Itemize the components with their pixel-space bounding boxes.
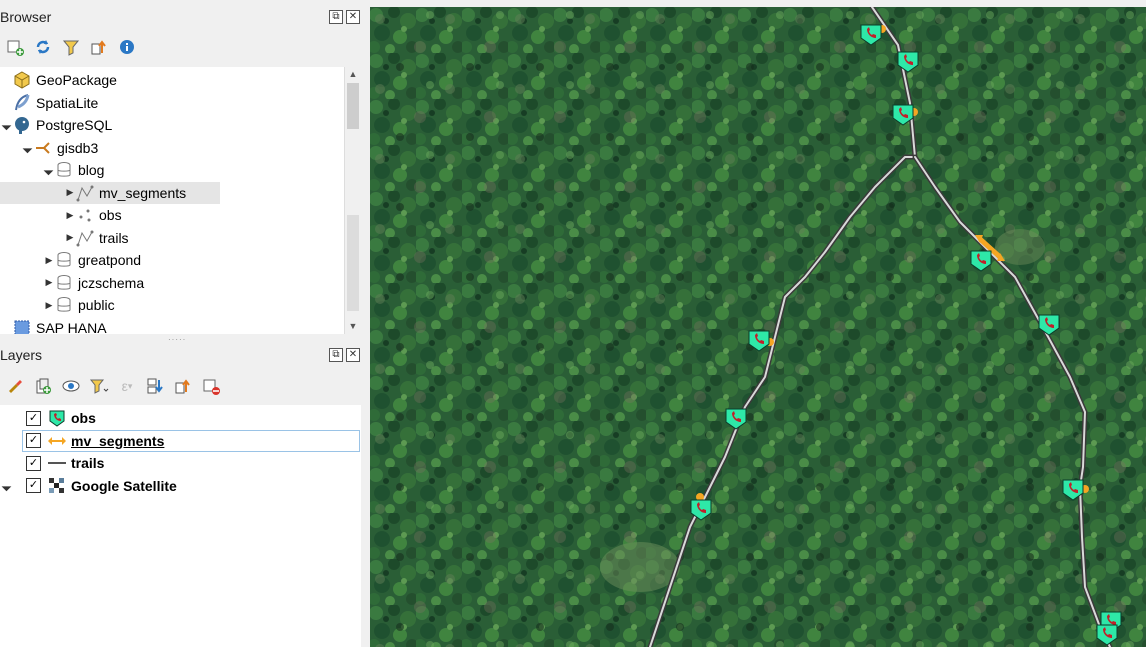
- browser-item-blog[interactable]: ◢ blog: [43, 159, 105, 181]
- collapse-all-icon[interactable]: [172, 375, 194, 397]
- browser-item-greatpond[interactable]: ▶ greatpond: [44, 249, 141, 271]
- browser-item-label: PostgreSQL: [36, 117, 113, 133]
- layer-label: mv_segments: [71, 432, 165, 449]
- browser-item-spatialite[interactable]: SpatiaLite: [2, 92, 98, 114]
- double-arrow-icon: [47, 431, 67, 451]
- dock-splitter[interactable]: [361, 0, 370, 647]
- visibility-eye-icon[interactable]: [60, 375, 82, 397]
- remove-layer-icon[interactable]: [200, 375, 222, 397]
- collapsed-arrow-icon[interactable]: ▶: [65, 187, 75, 198]
- browser-tree[interactable]: GeoPackage SpatiaLite ◢ PostgreSQL ◢ gisdb3 ◢ b…: [0, 67, 344, 334]
- filter-icon[interactable]: [60, 36, 82, 58]
- browser-item-trails[interactable]: ▶ trails: [65, 227, 129, 249]
- sap-hana-icon: [12, 318, 32, 334]
- layer-visibility-checkbox[interactable]: ✓: [26, 410, 41, 426]
- browser-item-label: obs: [99, 207, 122, 223]
- scroll-up-icon[interactable]: ▲: [345, 67, 361, 81]
- browser-item-label: mv_segments: [99, 184, 187, 201]
- browser-scrollbar[interactable]: ▲ ▼: [344, 67, 361, 334]
- postgresql-elephant-icon: [12, 115, 32, 135]
- layer-label: Google Satellite: [71, 477, 177, 494]
- scroll-thumb-lower[interactable]: [347, 215, 359, 311]
- browser-dock-buttons: ⧉ ✕: [329, 10, 360, 24]
- browser-item-gisdb3[interactable]: ◢ gisdb3: [22, 137, 99, 159]
- schema-icon: [54, 295, 74, 315]
- browser-item-obs[interactable]: ▶ obs: [65, 204, 122, 226]
- map-svg[interactable]: [370, 7, 1146, 647]
- float-icon[interactable]: ⧉: [329, 10, 343, 24]
- add-group-icon[interactable]: [32, 375, 54, 397]
- phone-marker-icon: [47, 408, 67, 428]
- browser-item-sap-hana[interactable]: SAP HANA: [2, 317, 107, 335]
- panel-splitter[interactable]: ·····: [168, 335, 186, 344]
- browser-item-postgresql[interactable]: ◢ PostgreSQL: [1, 114, 113, 136]
- layers-toolbar: ε ▾: [0, 372, 222, 400]
- line-symbol-icon: [47, 453, 67, 473]
- raster-tile-icon: [47, 476, 67, 496]
- refresh-icon[interactable]: [32, 36, 54, 58]
- collapsed-arrow-icon[interactable]: ▶: [65, 210, 75, 220]
- browser-item-label: GeoPackage: [36, 72, 117, 88]
- line-layer-icon: [75, 228, 95, 248]
- layers-panel-title: Layers: [0, 347, 43, 363]
- layers-dock-buttons: ⧉ ✕: [329, 348, 360, 362]
- scroll-down-icon[interactable]: ▼: [345, 319, 361, 333]
- browser-item-label: jczschema: [78, 274, 145, 291]
- browser-item-label: blog: [78, 162, 105, 178]
- browser-item-jczschema[interactable]: ▶ jczschema: [44, 272, 144, 294]
- spatialite-feather-icon: [12, 93, 32, 113]
- clearing: [600, 542, 680, 592]
- layer-visibility-checkbox[interactable]: ✓: [26, 433, 41, 448]
- layer-label: trails: [71, 455, 105, 471]
- line-layer-icon: [75, 183, 95, 203]
- layer-row-mv-segments[interactable]: ✓ mv_segments: [22, 429, 360, 452]
- browser-item-label: greatpond: [78, 252, 142, 268]
- layer-visibility-checkbox[interactable]: ✓: [26, 455, 41, 471]
- close-icon[interactable]: ✕: [346, 348, 360, 362]
- point-layer-icon: [75, 205, 95, 225]
- style-brush-icon[interactable]: [4, 375, 26, 397]
- properties-icon[interactable]: [116, 36, 138, 58]
- layer-row-trails[interactable]: ✓ trails: [0, 452, 360, 474]
- expanded-arrow-icon[interactable]: ◢: [0, 478, 14, 492]
- layer-row-obs[interactable]: ✓ obs: [0, 407, 360, 429]
- browser-item-label: gisdb3: [57, 139, 99, 156]
- browser-panel-title: Browser: [0, 9, 52, 25]
- layers-tree[interactable]: ✓ obs ✓ mv_segments ✓ trails ◢ ✓ Google Satellit…: [0, 405, 361, 647]
- browser-item-label: public: [78, 297, 115, 313]
- float-icon[interactable]: ⧉: [329, 348, 343, 362]
- expression-filter-icon[interactable]: ε ▾: [116, 375, 138, 397]
- browser-item-label: SAP HANA: [36, 319, 107, 335]
- expand-all-icon[interactable]: [144, 375, 166, 397]
- close-icon[interactable]: ✕: [346, 10, 360, 24]
- browser-item-public[interactable]: ▶ public: [44, 294, 115, 316]
- browser-item-mv-segments[interactable]: ▶ mv_segments: [0, 181, 220, 204]
- scroll-thumb[interactable]: [347, 83, 359, 129]
- filter-legend-icon[interactable]: [88, 375, 110, 397]
- collapsed-arrow-icon[interactable]: ▶: [65, 232, 75, 243]
- add-layer-icon[interactable]: [4, 36, 26, 58]
- connection-icon: [33, 138, 53, 158]
- collapsed-arrow-icon[interactable]: ▶: [44, 300, 54, 310]
- browser-item-label: SpatiaLite: [36, 94, 99, 111]
- layer-visibility-checkbox[interactable]: ✓: [26, 478, 41, 493]
- schema-icon: [54, 160, 74, 180]
- map-canvas[interactable]: [370, 7, 1146, 647]
- collapse-all-icon[interactable]: [88, 36, 110, 58]
- browser-item-geopackage[interactable]: GeoPackage: [2, 69, 117, 91]
- schema-icon: [54, 273, 74, 293]
- browser-toolbar: [0, 33, 138, 61]
- layer-label: obs: [71, 410, 96, 426]
- geopackage-icon: [12, 70, 32, 90]
- layer-row-google-satellite[interactable]: ◢ ✓ Google Satellite: [0, 475, 360, 497]
- collapsed-arrow-icon[interactable]: ▶: [44, 277, 54, 288]
- collapsed-arrow-icon[interactable]: ▶: [44, 255, 54, 265]
- browser-item-label: trails: [99, 229, 129, 246]
- schema-icon: [54, 250, 74, 270]
